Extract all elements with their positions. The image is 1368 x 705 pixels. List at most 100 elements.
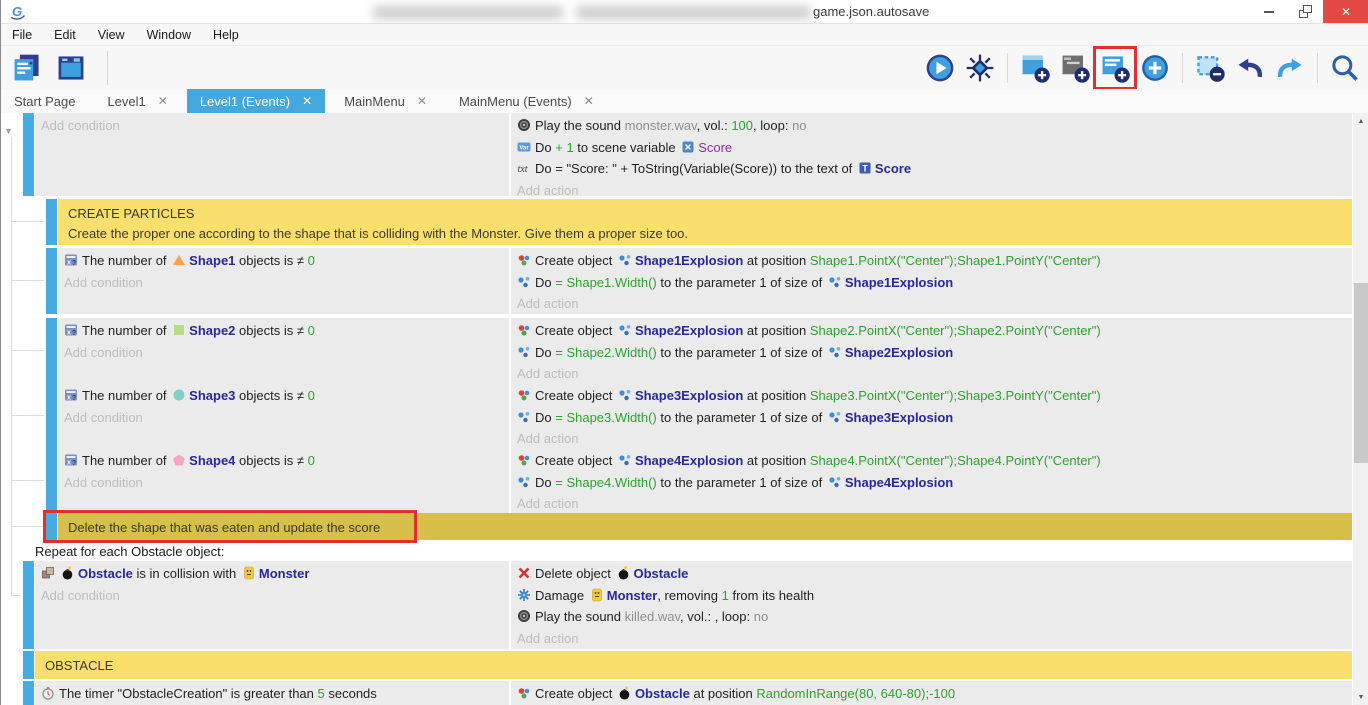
comment-text[interactable]: Delete the shape that was eaten and upda… (58, 513, 1352, 540)
add-action-button[interactable]: Add action (517, 293, 1352, 314)
menu-help[interactable]: Help (202, 24, 250, 46)
action-item[interactable]: txtDo = "Score: " + ToString(Variable(Sc… (517, 158, 1352, 180)
add-action-button[interactable]: Add action (517, 428, 1352, 449)
toolbar-separator (107, 51, 108, 85)
scroll-down-icon[interactable]: ▼ (1353, 689, 1368, 705)
var-icon: Var (517, 140, 531, 154)
add-event-button[interactable] (1017, 50, 1053, 86)
event-highlight-bar (46, 248, 57, 314)
conditions-cell: Obstacle is in collision with MonsterAdd… (35, 561, 509, 649)
close-button[interactable]: ✕ (1323, 0, 1368, 23)
shape1-icon (172, 253, 186, 267)
conditions-cell: x?The number of Shape4 objects is ≠ 0Add… (58, 448, 509, 514)
tab-mainmenu-events-[interactable]: MainMenu (Events)✕ (446, 89, 607, 113)
action-item[interactable]: VarDo + 1 to scene variable Score (517, 137, 1352, 159)
undo-button[interactable] (1232, 50, 1268, 86)
tab-close-icon[interactable]: ✕ (584, 94, 594, 108)
event-highlight-bar (23, 651, 34, 679)
add-condition-button[interactable]: Add condition (41, 115, 509, 137)
count-icon: x? (64, 253, 78, 267)
add-condition-button[interactable]: Add condition (64, 472, 509, 494)
toolbar-separator (1007, 53, 1008, 83)
minimize-button[interactable] (1251, 0, 1287, 23)
svg-text:x: x (67, 395, 71, 402)
action-item[interactable]: Play the sound monster.wav, vol.: 100, l… (517, 115, 1352, 137)
menu-view[interactable]: View (87, 24, 136, 46)
condition-item[interactable]: x?The number of Shape3 objects is ≠ 0 (64, 385, 509, 407)
tab-level1[interactable]: Level1✕ (94, 89, 180, 113)
condition-item[interactable]: Obstacle is in collision with Monster (41, 563, 509, 585)
particles-icon (618, 453, 632, 467)
redo-button[interactable] (1272, 50, 1308, 86)
condition-item[interactable]: x?The number of Shape2 objects is ≠ 0 (64, 320, 509, 342)
svg-text:Var: Var (519, 145, 529, 151)
sound-icon (517, 609, 531, 623)
scroll-up-icon[interactable]: ▲ (1353, 113, 1368, 129)
action-item[interactable]: Create object Shape1Explosion at positio… (517, 250, 1352, 272)
action-item[interactable]: Damage Monster, removing 1 from its heal… (517, 585, 1352, 607)
add-action-button[interactable]: Add action (517, 363, 1352, 384)
action-item[interactable]: Create object Obstacle at position Rando… (517, 683, 1352, 705)
add-circle-button[interactable] (1137, 50, 1173, 86)
tab-mainmenu[interactable]: MainMenu ✕ (331, 89, 440, 113)
action-item[interactable]: Do = Shape1.Width() to the parameter 1 o… (517, 272, 1352, 294)
tab-label: MainMenu (344, 94, 405, 109)
svg-text:T: T (862, 164, 868, 174)
tab-close-icon[interactable]: ✕ (158, 94, 168, 108)
action-item[interactable]: Play the sound killed.wav, vol.: , loop:… (517, 606, 1352, 628)
add-condition-button[interactable]: Add condition (41, 585, 509, 607)
collapse-arrow-icon[interactable]: ▼ (4, 126, 13, 136)
search-button[interactable] (1327, 50, 1363, 86)
action-item[interactable]: Do = Shape2.Width() to the parameter 1 o… (517, 342, 1352, 364)
conditions-cell: Add condition (35, 113, 509, 196)
actions-cell: Play the sound monster.wav, vol.: 100, l… (511, 113, 1352, 196)
action-item[interactable]: Do = Shape4.Width() to the parameter 1 o… (517, 472, 1352, 494)
create-icon (517, 253, 531, 267)
particles-icon (828, 345, 842, 359)
particles-icon (618, 323, 632, 337)
scrollbar-thumb[interactable] (1354, 283, 1368, 463)
maximize-button[interactable] (1287, 0, 1323, 23)
tab-close-icon[interactable]: ✕ (417, 94, 427, 108)
action-item[interactable]: Delete object Obstacle (517, 563, 1352, 585)
remove-event-button[interactable] (1192, 50, 1228, 86)
toolbar (1, 46, 1368, 89)
svg-text:x: x (67, 330, 71, 337)
action-item[interactable]: Do = Shape3.Width() to the parameter 1 o… (517, 407, 1352, 429)
add-condition-button[interactable]: Add condition (64, 407, 509, 429)
condition-item[interactable]: x?The number of Shape4 objects is ≠ 0 (64, 450, 509, 472)
vertical-scrollbar[interactable]: ▲ ▼ (1353, 113, 1368, 705)
add-condition-button[interactable]: Add condition (64, 272, 509, 294)
add-subevent-button[interactable] (1057, 50, 1093, 86)
add-comment-button[interactable] (1097, 50, 1133, 86)
menu-window[interactable]: Window (136, 24, 202, 46)
actions-cell: Create object Shape2Explosion at positio… (511, 318, 1352, 384)
scene-editor-button[interactable] (53, 50, 89, 86)
action-item[interactable]: Create object Shape4Explosion at positio… (517, 450, 1352, 472)
event-highlight-bar (23, 681, 34, 705)
condition-item[interactable]: The timer "ObstacleCreation" is greater … (41, 683, 509, 705)
menu-file[interactable]: File (1, 24, 43, 46)
event-row: x?The number of Shape3 objects is ≠ 0Add… (46, 383, 1352, 449)
tab-level1-events-[interactable]: Level1 (Events)✕ (187, 89, 325, 113)
project-manager-button[interactable] (9, 50, 45, 86)
comment-text[interactable]: CREATE PARTICLESCreate the proper one ac… (58, 199, 1352, 245)
condition-item[interactable]: x?The number of Shape1 objects is ≠ 0 (64, 250, 509, 272)
action-item[interactable]: Create object Shape3Explosion at positio… (517, 385, 1352, 407)
add-condition-button[interactable]: Add condition (64, 342, 509, 364)
debug-button[interactable] (962, 50, 998, 86)
foreach-event-header[interactable]: Repeat for each Obstacle object: (23, 542, 1352, 561)
add-action-button[interactable]: Add action (517, 628, 1352, 650)
event-highlight-bar (46, 383, 57, 449)
svg-text:txt: txt (518, 164, 528, 175)
menu-edit[interactable]: Edit (43, 24, 87, 46)
event-highlight-bar (46, 448, 57, 514)
add-action-button[interactable]: Add action (517, 180, 1352, 197)
count-icon: x? (64, 453, 78, 467)
play-button[interactable] (922, 50, 958, 86)
add-action-button[interactable]: Add action (517, 493, 1352, 514)
action-item[interactable]: Create object Shape2Explosion at positio… (517, 320, 1352, 342)
comment-text[interactable]: OBSTACLE (35, 651, 1352, 679)
tab-close-icon[interactable]: ✕ (302, 94, 312, 108)
tab-start-page[interactable]: Start Page (1, 89, 88, 113)
